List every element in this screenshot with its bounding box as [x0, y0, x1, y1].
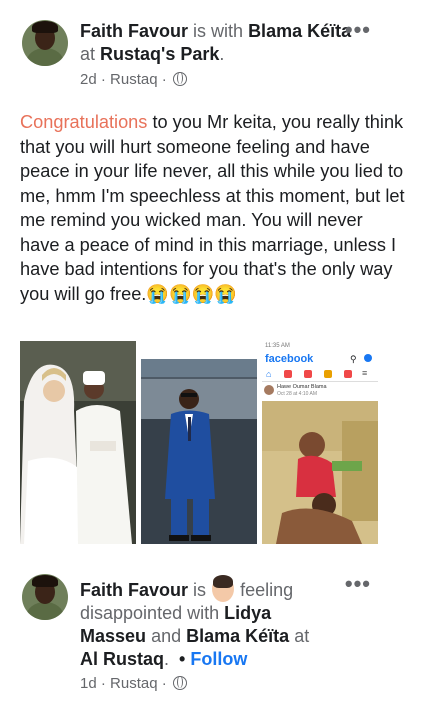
post-text: to you Mr keita, you really think that y… — [20, 112, 405, 304]
post-time[interactable]: 2d — [80, 71, 97, 88]
post-body: Congratulations to you Mr keita, you rea… — [20, 110, 405, 306]
post-time[interactable]: 1d — [80, 675, 97, 692]
post-location[interactable]: Rustaq — [110, 71, 158, 88]
author-name[interactable]: Faith Favour — [80, 21, 188, 41]
author-name[interactable]: Faith Favour — [80, 580, 188, 600]
wedding-image — [20, 341, 136, 544]
globe-icon — [172, 72, 187, 86]
messenger-icon — [364, 354, 372, 362]
highlight-word: Congratulations — [20, 112, 148, 132]
more-options-icon[interactable]: ••• — [345, 17, 371, 43]
location-link[interactable]: Al Rustaq — [80, 649, 164, 669]
friends-icon — [284, 370, 292, 378]
nav-bar: ⌂ ≡ — [262, 367, 378, 382]
post-meta: 1d · Rustaq · — [80, 675, 187, 692]
facebook-logo: facebook — [265, 353, 314, 365]
post-header: Faith Favour is feeling disappointed wit… — [80, 575, 330, 671]
post-1: Faith Favour is with Blama Kéïta at Rust… — [0, 0, 421, 560]
post-meta: 2d · Rustaq · — [80, 71, 187, 88]
mini-avatar — [264, 385, 274, 395]
suit-image — [141, 359, 257, 544]
photo-wedding[interactable] — [20, 341, 136, 544]
photo-suit[interactable] — [141, 359, 257, 544]
follow-button[interactable]: Follow — [190, 649, 247, 669]
location-link[interactable]: Rustaq's Park — [100, 44, 219, 64]
disappointed-emoji-icon — [212, 575, 235, 602]
post-location[interactable]: Rustaq — [110, 675, 158, 692]
globe-icon — [172, 676, 187, 690]
status-time: 11:35 AM — [265, 343, 290, 349]
post-2: Faith Favour is feeling disappointed wit… — [0, 560, 421, 703]
tagged-user-2[interactable]: Blama Kéïta — [186, 626, 289, 646]
notifications-icon — [344, 370, 352, 378]
couple-image — [262, 401, 378, 544]
screenshot-name: Hawe Oumar Blama — [277, 384, 327, 390]
crying-emojis: 😭😭😭😭 — [146, 283, 237, 304]
home-icon: ⌂ — [266, 369, 272, 379]
author-avatar[interactable] — [22, 574, 68, 620]
author-avatar[interactable] — [22, 20, 68, 66]
screenshot-meta: Oct 28 at 4:10 AM — [277, 391, 318, 397]
menu-icon: ≡ — [362, 368, 368, 378]
groups-icon — [324, 370, 332, 378]
more-options-icon[interactable]: ••• — [345, 571, 371, 597]
photo-screenshot[interactable]: 11:35 AM facebook ⚲ ⌂ ≡ Hawe Oumar Blama… — [262, 341, 378, 544]
watch-icon — [304, 370, 312, 378]
post-header: Faith Favour is with Blama Kéïta at Rust… — [80, 21, 352, 64]
tagged-user[interactable]: Blama Kéïta — [248, 21, 351, 41]
search-icon: ⚲ — [350, 354, 357, 364]
